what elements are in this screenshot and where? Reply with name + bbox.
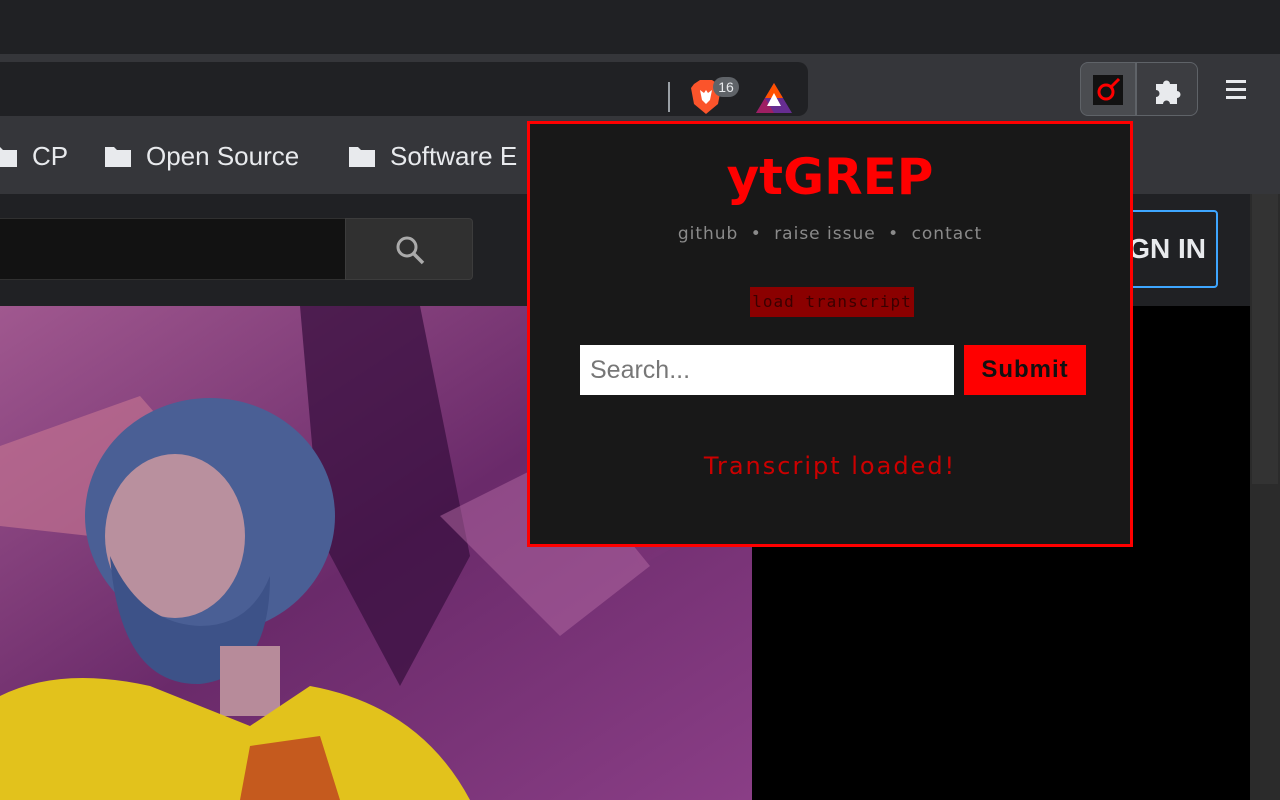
extensions-button[interactable] — [1136, 62, 1198, 116]
folder-icon — [0, 147, 17, 167]
scrollbar-thumb[interactable] — [1252, 194, 1278, 484]
bat-triangle-icon — [756, 83, 792, 113]
address-bar[interactable]: 16 — [0, 62, 808, 116]
bookmark-label: Open Source — [146, 140, 300, 171]
load-transcript-button[interactable]: load transcript — [750, 287, 914, 317]
search-icon — [396, 236, 425, 265]
transcript-search-input[interactable] — [580, 345, 954, 395]
submit-button[interactable]: Submit — [964, 345, 1086, 395]
tab-strip — [0, 0, 1280, 54]
popup-title: ytGREP — [726, 148, 934, 206]
ytgrep-extension-button[interactable] — [1080, 62, 1136, 116]
bookmark-label: Software E — [390, 140, 518, 171]
hamburger-icon — [1226, 80, 1246, 99]
bookmark-folder-software[interactable]: Software E — [348, 140, 517, 172]
bookmark-label: CP — [32, 140, 69, 171]
youtube-search-input[interactable] — [0, 218, 346, 280]
link-separator: • — [888, 224, 900, 244]
popup-links: github • raise issue • contact — [530, 224, 1130, 244]
folder-icon — [349, 147, 375, 167]
status-message: Transcript loaded! — [703, 452, 957, 480]
ytgrep-popup: ytGREP github • raise issue • contact lo… — [527, 121, 1133, 547]
contact-link[interactable]: contact — [912, 224, 983, 244]
puzzle-icon — [1156, 80, 1181, 104]
browser-menu-button[interactable] — [1218, 72, 1254, 108]
browser-toolbar: 16 — [0, 54, 1280, 118]
youtube-search-button[interactable] — [345, 218, 473, 280]
github-link[interactable]: github — [678, 224, 739, 244]
bookmark-folder-open-source[interactable]: Open Source — [104, 140, 299, 172]
ytgrep-icon — [1093, 75, 1123, 105]
shields-count-badge: 16 — [713, 77, 739, 97]
brave-rewards-button[interactable] — [754, 81, 794, 115]
raise-issue-link[interactable]: raise issue — [774, 224, 876, 244]
omnibox-separator — [668, 82, 670, 112]
bookmark-folder-cp[interactable]: CP — [0, 140, 68, 172]
folder-icon — [105, 147, 131, 167]
link-separator: • — [750, 224, 762, 244]
page-scrollbar[interactable] — [1250, 194, 1280, 800]
